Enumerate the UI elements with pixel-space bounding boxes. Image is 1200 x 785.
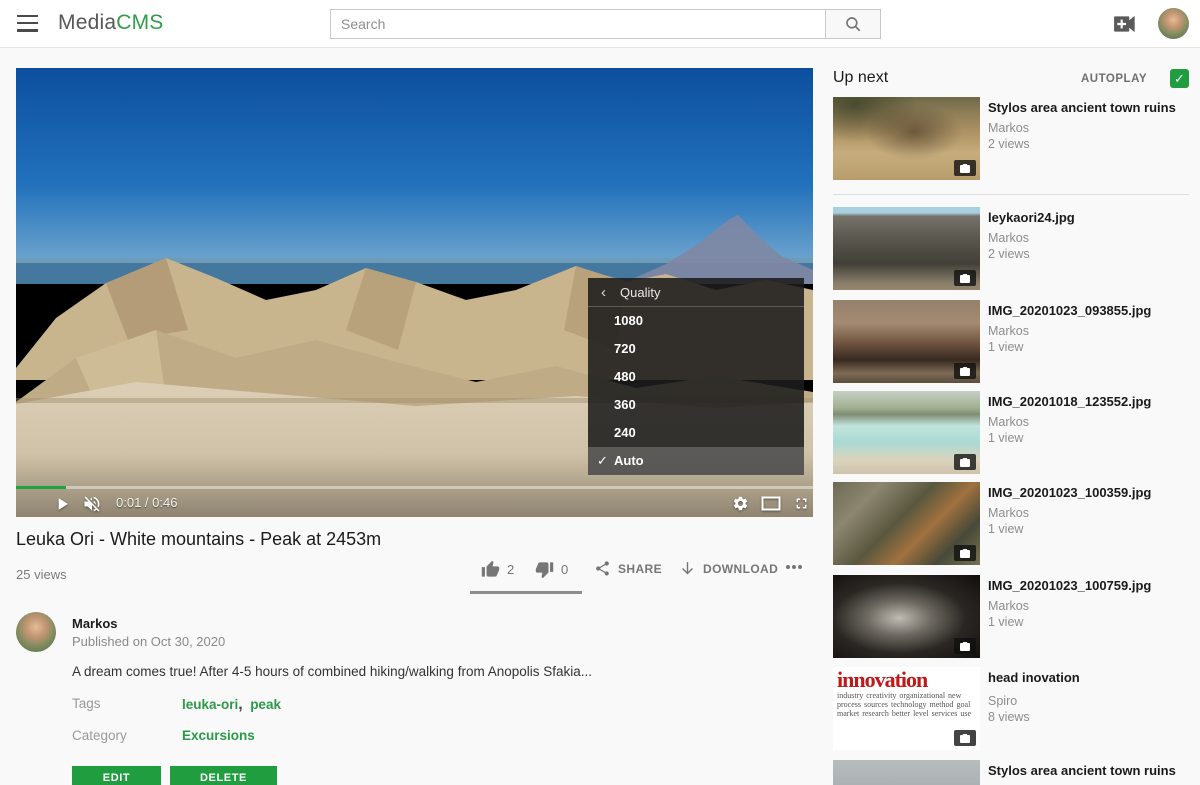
up-next-heading: Up next xyxy=(833,69,888,87)
top-bar: MediaCMS xyxy=(0,0,1200,48)
sidebar-divider xyxy=(833,194,1189,195)
seek-bar-played xyxy=(16,486,66,489)
quality-menu-header[interactable]: ‹ Quality xyxy=(588,278,804,307)
thumbs-up-icon xyxy=(481,560,500,579)
download-button[interactable]: DOWNLOAD xyxy=(679,560,778,577)
quality-option-360[interactable]: 360 xyxy=(588,391,804,419)
thumbnail xyxy=(833,97,980,180)
video-upload-icon xyxy=(1113,13,1139,35)
menu-icon[interactable] xyxy=(17,15,38,32)
quality-option-720[interactable]: 720 xyxy=(588,335,804,363)
share-button[interactable]: SHARE xyxy=(594,560,662,577)
search-bar xyxy=(330,9,881,39)
tag-link-leuka-ori[interactable]: leuka-ori xyxy=(182,697,238,712)
player-controls: 0:01 / 0:46 xyxy=(16,492,813,517)
thumbnail xyxy=(833,482,980,565)
camera-icon xyxy=(959,273,971,284)
thumbnail xyxy=(833,760,980,785)
like-count: 2 xyxy=(507,562,515,577)
mute-icon[interactable] xyxy=(82,494,102,514)
fullscreen-icon[interactable] xyxy=(793,495,810,512)
autoplay-label: AUTOPLAY xyxy=(1081,73,1147,85)
related-item-7[interactable]: innovation industry creativity organizat… xyxy=(833,667,1189,750)
related-item-3[interactable]: IMG_20201023_093855.jpg Markos 1 view xyxy=(833,300,1189,383)
like-ratio-bar xyxy=(470,591,582,594)
dislike-count: 0 xyxy=(561,562,569,577)
tags-list: leuka-ori, peak xyxy=(182,696,281,714)
dislike-button[interactable]: 0 xyxy=(535,560,569,579)
seek-bar[interactable] xyxy=(16,486,813,489)
search-icon xyxy=(844,15,862,33)
thumbnail xyxy=(833,207,980,290)
related-item-4[interactable]: IMG_20201018_123552.jpg Markos 1 view xyxy=(833,391,1189,474)
more-actions-button[interactable] xyxy=(785,564,803,570)
camera-icon xyxy=(959,548,971,559)
logo[interactable]: MediaCMS xyxy=(58,11,163,35)
theater-mode-icon[interactable] xyxy=(761,496,781,511)
related-item-5[interactable]: IMG_20201023_100359.jpg Markos 1 view xyxy=(833,482,1189,565)
up-next-item-1[interactable]: Stylos area ancient town ruins Markos 2 … xyxy=(833,97,1189,180)
search-input[interactable] xyxy=(330,9,825,39)
related-item-8[interactable]: Stylos area ancient town ruins xyxy=(833,760,1189,785)
related-item-2[interactable]: leykaori24.jpg Markos 2 views xyxy=(833,207,1189,290)
media-title: Leuka Ori - White mountains - Peak at 24… xyxy=(16,529,776,550)
upload-media-button[interactable] xyxy=(1113,13,1139,35)
author-avatar[interactable] xyxy=(16,612,56,652)
tag-link-peak[interactable]: peak xyxy=(250,697,281,712)
download-label: DOWNLOAD xyxy=(703,562,778,576)
download-icon xyxy=(679,560,696,577)
settings-icon[interactable] xyxy=(732,495,749,512)
quality-option-1080[interactable]: 1080 xyxy=(588,307,804,335)
autoplay-checkbox[interactable]: ✓ xyxy=(1170,69,1189,88)
action-bar: 2 0 SHARE DOWNLOAD xyxy=(470,560,813,586)
category-label: Category xyxy=(72,728,127,743)
check-icon: ✓ xyxy=(597,447,608,475)
more-icon xyxy=(785,564,803,570)
delete-media-button[interactable]: DELETE MEDIA xyxy=(170,766,277,785)
camera-icon xyxy=(959,457,971,468)
quality-menu: ‹ Quality 1080 720 480 360 240 ✓ Auto xyxy=(588,278,804,475)
logo-media-text: Media xyxy=(58,11,116,34)
chevron-left-icon: ‹ xyxy=(601,284,606,301)
category-link[interactable]: Excursions xyxy=(182,728,255,743)
quality-option-auto[interactable]: ✓ Auto xyxy=(588,447,804,475)
camera-icon xyxy=(959,163,971,174)
user-avatar[interactable] xyxy=(1158,8,1189,39)
like-button[interactable]: 2 xyxy=(481,560,515,579)
camera-icon xyxy=(959,733,971,744)
mediacms-video-page: MediaCMS xyxy=(0,0,1200,785)
edit-media-button[interactable]: EDIT MEDIA xyxy=(72,766,161,785)
media-description: A dream comes true! After 4-5 hours of c… xyxy=(72,664,772,679)
share-icon xyxy=(594,560,611,577)
innovation-word-cloud: industry creativity organizational new p… xyxy=(837,691,976,718)
share-label: SHARE xyxy=(618,562,662,576)
video-player[interactable]: ‹ Quality 1080 720 480 360 240 ✓ Auto 0:… xyxy=(16,68,813,517)
view-count: 25 views xyxy=(16,567,67,582)
check-icon: ✓ xyxy=(1174,71,1185,86)
logo-cms-text: CMS xyxy=(116,11,163,34)
thumbnail xyxy=(833,575,980,658)
author-name[interactable]: Markos xyxy=(72,616,118,631)
innovation-word: innovation xyxy=(837,669,976,691)
tags-label: Tags xyxy=(72,696,101,711)
related-item-6[interactable]: IMG_20201023_100759.jpg Markos 1 view xyxy=(833,575,1189,658)
thumbnail xyxy=(833,300,980,383)
search-button[interactable] xyxy=(825,9,881,39)
time-display: 0:01 / 0:46 xyxy=(116,495,177,510)
thumbnail: innovation industry creativity organizat… xyxy=(833,667,980,750)
camera-icon xyxy=(959,641,971,652)
quality-menu-title: Quality xyxy=(620,285,660,300)
quality-option-240[interactable]: 240 xyxy=(588,419,804,447)
camera-icon xyxy=(959,366,971,377)
publish-date: Published on Oct 30, 2020 xyxy=(72,634,225,649)
play-icon[interactable] xyxy=(52,494,72,514)
quality-option-480[interactable]: 480 xyxy=(588,363,804,391)
thumbs-down-icon xyxy=(535,560,554,579)
tag-separator: , xyxy=(238,696,242,713)
thumbnail xyxy=(833,391,980,474)
